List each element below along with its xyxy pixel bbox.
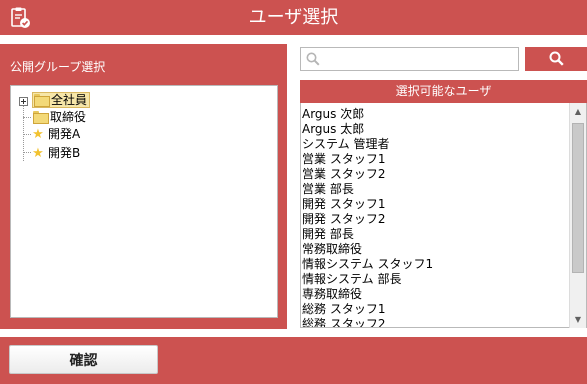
- folder-icon: [33, 111, 49, 124]
- user-list-item[interactable]: 総務 スタッフ1: [301, 302, 569, 317]
- scroll-up-icon[interactable]: ▲: [570, 103, 586, 120]
- tree-guide-line: [23, 117, 31, 118]
- user-list-item[interactable]: 営業 スタッフ2: [301, 167, 569, 182]
- tree-node-label: 開発A: [48, 127, 81, 141]
- user-list-item[interactable]: 総務 スタッフ2: [301, 317, 569, 327]
- tree-node-all-staff[interactable]: 全社員: [32, 92, 91, 109]
- user-list-scrollbar[interactable]: ▲ ▼: [569, 103, 586, 328]
- search-icon: [549, 51, 564, 66]
- user-list-item[interactable]: 営業 部長: [301, 182, 569, 197]
- star-icon: ★: [32, 146, 44, 161]
- tree-node-label: 開発B: [48, 146, 81, 160]
- tree-node-selected[interactable]: 全社員: [32, 92, 91, 108]
- user-list-item[interactable]: 開発 スタッフ1: [301, 197, 569, 212]
- scroll-down-icon[interactable]: ▼: [570, 311, 586, 328]
- tree-guide-line: [23, 152, 31, 153]
- tree-node-dev-a[interactable]: ★ 開発A: [31, 126, 80, 143]
- user-list-item[interactable]: Argus 太郎: [301, 122, 569, 137]
- user-list-item[interactable]: 開発 スタッフ2: [301, 212, 569, 227]
- search-field-icon: [306, 52, 320, 66]
- user-list-item[interactable]: 専務取締役: [301, 287, 569, 302]
- folder-icon: [34, 94, 50, 107]
- tree-node-label: 全社員: [51, 93, 88, 107]
- user-list[interactable]: Argus 次郎 Argus 太郎 システム 管理者 営業 スタッフ1 営業 スタッフ2…: [300, 103, 587, 328]
- window-title: ユーザ選択: [248, 7, 339, 28]
- star-icon: ★: [32, 127, 44, 142]
- title-bar: ユーザ選択: [0, 0, 587, 35]
- user-list-item[interactable]: 営業 スタッフ1: [301, 152, 569, 167]
- user-list-item[interactable]: システム 管理者: [301, 137, 569, 152]
- user-list-item[interactable]: Argus 次郎: [301, 107, 569, 122]
- expand-toggle-icon[interactable]: [19, 97, 28, 106]
- user-list-item[interactable]: 情報システム スタッフ1: [301, 257, 569, 272]
- user-list-item[interactable]: 開発 部長: [301, 227, 569, 242]
- user-list-item[interactable]: 常務取締役: [301, 242, 569, 257]
- tree-node-dev-b[interactable]: ★ 開発B: [31, 145, 80, 162]
- group-panel-header: 公開グループ選択: [10, 60, 106, 74]
- tree-node-directors[interactable]: 取締役: [33, 109, 86, 126]
- user-list-header: 選択可能なユーザ: [300, 80, 587, 103]
- tree-node-label: 取締役: [50, 110, 87, 124]
- scroll-thumb[interactable]: [572, 123, 584, 273]
- group-tree[interactable]: 全社員 取締役 ★ 開発A ★ 開発B: [10, 85, 278, 318]
- confirm-button[interactable]: 確認: [9, 345, 158, 374]
- user-list-item[interactable]: 情報システム 部長: [301, 272, 569, 287]
- search-input[interactable]: [300, 47, 519, 71]
- tree-guide-line: [23, 134, 31, 135]
- search-button[interactable]: [525, 47, 587, 71]
